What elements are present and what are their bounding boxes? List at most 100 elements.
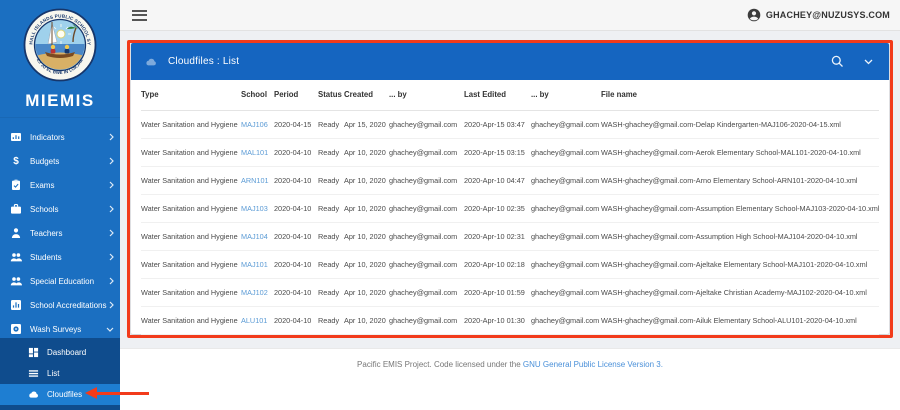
sidebar-item-budgets[interactable]: $ Budgets [0,149,120,173]
cell-created-by: ghachey@gmail.com [389,110,464,139]
cell-type: Water Sanitation and Hygiene [141,306,241,335]
cell-created-by: ghachey@gmail.com [389,306,464,335]
topbar: GHACHEY@NUZUSYS.COM [120,0,900,31]
cell-created-by: ghachey@gmail.com [389,138,464,167]
cell-last-edited: 2020-Apr-15 03:15 [464,138,531,167]
cell-status: Ready [318,110,344,139]
table-header-row: Type School Period Status Created ... by… [141,80,879,111]
seal-logo-icon: MARSHALL ISLANDS PUBLIC SCHOOL SYSTEM EJ… [23,8,97,82]
cell-school-link[interactable]: MAJ104 [241,222,274,251]
wash-surveys-submenu: Dashboard List Cloudfiles [0,338,120,410]
sidebar-item-label: Teachers [30,228,63,238]
footer: Pacific EMIS Project. Code licensed unde… [120,348,900,410]
sidebar-item-teachers[interactable]: Teachers [0,221,120,245]
cell-school-link[interactable]: MAL101 [241,138,274,167]
cell-school-link[interactable]: MAJ106 [241,110,274,139]
sidebar-item-label: School Accreditations [30,300,107,310]
cell-status: Ready [318,194,344,223]
column-header-created-by: ... by [389,80,464,111]
collapse-panel-button[interactable] [864,59,873,65]
chevron-right-icon [109,277,114,285]
submenu-item-label: Cloudfiles [47,390,83,399]
sidebar-item-indicators[interactable]: Indicators [0,125,120,149]
cell-edited-by: ghachey@gmail.com [531,222,601,251]
sidebar-item-exams[interactable]: Exams [0,173,120,197]
cloud-icon [29,391,38,398]
sidebar-item-label: Exams [30,180,55,190]
cell-created: Apr 10, 2020 [344,306,389,335]
user-email: GHACHEY@NUZUSYS.COM [765,10,890,20]
cell-type: Water Sanitation and Hygiene [141,250,241,279]
footer-license-link[interactable]: GNU General Public License Version 3. [523,360,663,369]
menu-toggle-button[interactable] [132,9,147,21]
chevron-right-icon [109,301,114,309]
cell-period: 2020-04-10 [274,222,318,251]
sidebar-item-students[interactable]: Students [0,245,120,269]
table-row[interactable]: Water Sanitation and Hygiene ARN101 2020… [141,166,879,195]
cell-edited-by: ghachey@gmail.com [531,278,601,307]
cell-last-edited: 2020-Apr-10 02:35 [464,194,531,223]
cloudfiles-table: Type School Period Status Created ... by… [141,80,879,335]
people-icon [10,253,22,262]
cloudfiles-panel: Cloudfiles : List Type School Period Sta… [131,43,889,335]
user-menu[interactable]: GHACHEY@NUZUSYS.COM [747,8,890,22]
sidebar-item-special-education[interactable]: Special Education [0,269,120,293]
cell-period: 2020-04-15 [274,110,318,139]
cell-last-edited: 2020-Apr-15 03:47 [464,110,531,139]
cell-edited-by: ghachey@gmail.com [531,250,601,279]
cell-file-name: WASH-ghachey@gmail.com-Assumption Elemen… [601,194,879,223]
cell-period: 2020-04-10 [274,166,318,195]
app-brand: MIEMIS [0,91,120,118]
table-row[interactable]: Water Sanitation and Hygiene MAJ101 2020… [141,250,879,279]
cell-file-name: WASH-ghachey@gmail.com-Assumption High S… [601,222,879,251]
table-row[interactable]: Water Sanitation and Hygiene ALU101 2020… [141,306,879,335]
submenu-item-list[interactable]: List [0,363,120,384]
list-icon [28,370,39,377]
cell-school-link[interactable]: MAJ103 [241,194,274,223]
cell-school-link[interactable]: ARN101 [241,166,274,195]
cell-school-link[interactable]: MAJ101 [241,250,274,279]
sidebar-item-label: Wash Surveys [30,324,82,334]
sidebar-item-label: Students [30,252,62,262]
cell-school-link[interactable]: ALU101 [241,306,274,335]
footer-text: Pacific EMIS Project. Code licensed unde… [357,360,523,369]
target-icon [11,324,21,334]
chevron-right-icon [109,253,114,261]
submenu-item-dashboard[interactable]: Dashboard [0,342,120,363]
table-row[interactable]: Water Sanitation and Hygiene MAJ102 2020… [141,278,879,307]
table-row[interactable]: Water Sanitation and Hygiene MAL101 2020… [141,138,879,167]
cell-status: Ready [318,222,344,251]
cell-period: 2020-04-10 [274,194,318,223]
cell-created-by: ghachey@gmail.com [389,194,464,223]
cell-last-edited: 2020-Apr-10 01:30 [464,306,531,335]
cell-type: Water Sanitation and Hygiene [141,166,241,195]
sidebar-item-schools[interactable]: Schools [0,197,120,221]
cell-last-edited: 2020-Apr-10 02:18 [464,250,531,279]
cell-created: Apr 10, 2020 [344,166,389,195]
chevron-down-icon [106,327,114,332]
cloud-icon [146,58,156,65]
cell-type: Water Sanitation and Hygiene [141,194,241,223]
cell-created: Apr 10, 2020 [344,278,389,307]
column-header-edited-by: ... by [531,80,601,111]
column-header-status: Status [318,80,344,111]
panel-header: Cloudfiles : List [131,43,889,80]
sidebar: MARSHALL ISLANDS PUBLIC SCHOOL SYSTEM EJ… [0,0,120,410]
cloudfiles-table-wrap: Type School Period Status Created ... by… [131,80,889,335]
cell-created-by: ghachey@gmail.com [389,222,464,251]
search-button[interactable] [831,55,844,68]
cell-file-name: WASH-ghachey@gmail.com-Ailuk Elementary … [601,306,879,335]
sidebar-item-school-accreditations[interactable]: School Accreditations [0,293,120,317]
table-row[interactable]: Water Sanitation and Hygiene MAJ104 2020… [141,222,879,251]
table-row[interactable]: Water Sanitation and Hygiene MAJ106 2020… [141,110,879,139]
submenu-item-cloudfiles[interactable]: Cloudfiles [0,384,120,405]
school-system-seal: MARSHALL ISLANDS PUBLIC SCHOOL SYSTEM EJ… [0,0,120,82]
sidebar-nav: Indicators $ Budgets Exams Schools Teach… [0,125,120,341]
table-row[interactable]: Water Sanitation and Hygiene MAJ103 2020… [141,194,879,223]
dashboard-icon [28,347,39,358]
chevron-right-icon [109,205,114,213]
cell-school-link[interactable]: MAJ102 [241,278,274,307]
cell-created: Apr 10, 2020 [344,194,389,223]
cell-created: Apr 10, 2020 [344,250,389,279]
cell-created-by: ghachey@gmail.com [389,166,464,195]
